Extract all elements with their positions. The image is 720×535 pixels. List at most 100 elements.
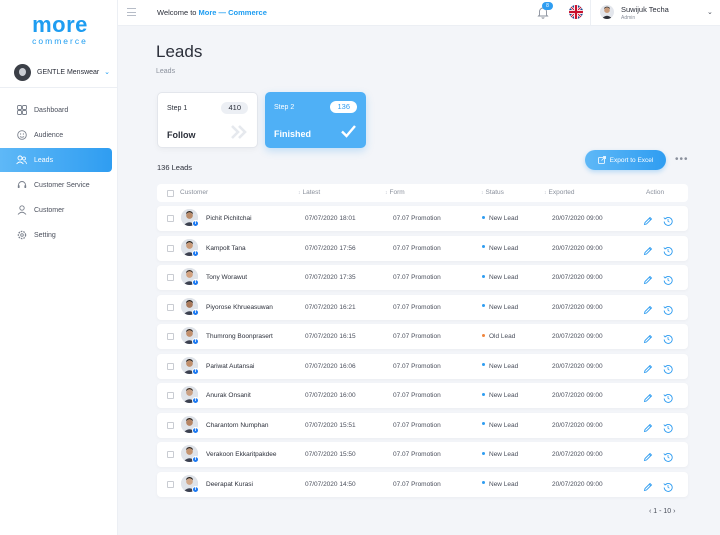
status-dot [482, 245, 485, 249]
history-icon[interactable] [663, 243, 673, 256]
edit-icon[interactable] [643, 420, 653, 432]
row-checkbox[interactable] [167, 333, 174, 340]
row-checkbox[interactable] [167, 274, 174, 281]
column-header-latest[interactable]: ↕ Latest [298, 189, 320, 196]
table-row[interactable]: f Piyorose Khrueasuwan 07/07/2020 16:21 … [157, 294, 688, 320]
chevrons-right-icon [230, 124, 248, 140]
edit-icon[interactable] [643, 390, 653, 403]
avatar: f [181, 445, 199, 463]
table-row[interactable]: f Pichit Pichitchai 07/07/2020 18:01 07.… [157, 206, 688, 231]
chevron-down-icon: ⌄ [104, 69, 110, 76]
table-row[interactable]: f Verakoon Ekkaritpakdee 07/07/2020 15:5… [157, 442, 688, 467]
status-dot [482, 481, 485, 485]
table-row[interactable]: f Pariwat Autansai 07/07/2020 16:06 07.0… [157, 353, 688, 379]
row-checkbox[interactable] [167, 303, 174, 311]
customer-name[interactable]: Charantorn Numphan [206, 422, 269, 429]
welcome-prefix: Welcome to [157, 8, 199, 17]
step-card-follow[interactable]: Step 1 410 Follow [157, 92, 258, 148]
column-header-form[interactable]: ↕ Form [385, 189, 405, 196]
avatar[interactable] [600, 5, 614, 19]
row-checkbox[interactable] [167, 451, 174, 458]
store-name: GENTLE Menswear [37, 68, 100, 76]
chevron-left-icon[interactable]: ‹ [649, 508, 651, 515]
sidebar-item-leads[interactable]: Leads [0, 148, 112, 172]
history-icon[interactable] [663, 479, 673, 492]
chevron-down-icon[interactable]: ⌄ [707, 8, 713, 16]
sidebar-item-customer[interactable]: Customer [0, 198, 118, 222]
table-row[interactable]: f Charantorn Numphan 07/07/2020 15:51 07… [157, 412, 688, 438]
table-row[interactable]: f Deerapat Kurasi 07/07/2020 14:50 07.07… [157, 471, 688, 497]
exported-date: 20/07/2020 09:00 [552, 215, 603, 222]
customer-name[interactable]: Verakoon Ekkaritpakdee [206, 451, 276, 458]
exported-date: 20/07/2020 09:00 [552, 451, 603, 458]
row-checkbox[interactable] [167, 362, 174, 370]
brand-logo[interactable]: more commerce [27, 14, 93, 47]
history-icon[interactable] [663, 449, 673, 462]
column-header-label: Form [389, 189, 405, 196]
export-button[interactable]: Export to Excel [585, 150, 666, 170]
column-header-status[interactable]: ↕ Status [481, 189, 504, 196]
column-header-label: Status [485, 189, 504, 196]
sidebar-item-customer-service[interactable]: Customer Service [0, 173, 118, 197]
history-icon[interactable] [663, 361, 673, 374]
history-icon[interactable] [663, 213, 673, 226]
customer-name[interactable]: Thumrong Boonprasert [206, 333, 273, 340]
table-row[interactable]: f Kampolt Tana 07/07/2020 17:56 07.07 Pr… [157, 235, 688, 261]
step-label: Step 1 [167, 105, 188, 112]
history-icon[interactable] [663, 272, 673, 285]
welcome-text: Welcome to More — Commerce [157, 8, 267, 17]
column-header-label: Exported [548, 189, 575, 196]
row-checkbox[interactable] [167, 392, 174, 399]
edit-icon[interactable] [643, 479, 653, 491]
avatar: f [181, 268, 199, 286]
column-header-customer[interactable]: Customer [180, 189, 208, 196]
edit-icon[interactable] [643, 331, 653, 344]
customer-name[interactable]: Kampolt Tana [206, 245, 246, 252]
row-checkbox[interactable] [167, 421, 174, 429]
facebook-icon: f [192, 338, 199, 345]
uk-flag-icon[interactable] [569, 5, 583, 19]
status-badge: Old Lead [482, 333, 515, 340]
edit-icon[interactable] [643, 302, 653, 314]
customer-name[interactable]: Tony Worawut [206, 274, 247, 281]
table-row[interactable]: f Tony Worawut 07/07/2020 17:35 07.07 Pr… [157, 265, 688, 290]
form-name: 07.07 Promotion [393, 421, 441, 429]
edit-icon[interactable] [643, 243, 653, 255]
store-selector[interactable]: GENTLE Menswear ⌄ [14, 62, 110, 82]
edit-icon[interactable] [643, 361, 653, 373]
table-row[interactable]: f Anurak Onsanit 07/07/2020 16:00 07.07 … [157, 383, 688, 408]
chevron-right-icon[interactable]: › [673, 508, 675, 515]
sidebar-item-setting[interactable]: Setting [0, 223, 118, 247]
history-icon[interactable] [663, 331, 673, 344]
table-row[interactable]: f Thumrong Boonprasert 07/07/2020 16:15 … [157, 324, 688, 349]
step-card-finished[interactable]: Step 2 136 Finished [265, 92, 366, 148]
history-icon[interactable] [663, 420, 673, 433]
menu-icon[interactable] [127, 8, 136, 17]
customer-name[interactable]: Pariwat Autansai [206, 363, 254, 370]
customer-name[interactable]: Deerapat Kurasi [206, 481, 253, 488]
select-all-checkbox[interactable] [167, 190, 174, 197]
row-checkbox[interactable] [167, 244, 174, 252]
customer-name[interactable]: Anurak Onsanit [206, 392, 251, 399]
form-name: 07.07 Promotion [393, 244, 441, 252]
pagination[interactable]: ‹ 1 - 10 › [649, 508, 676, 515]
row-checkbox[interactable] [167, 215, 174, 222]
column-header-exported[interactable]: ↕ Exported [544, 189, 575, 196]
customer-name[interactable]: Piyorose Khrueasuwan [206, 304, 273, 311]
table-header: Customer ↕ Latest ↕ Form ↕ Status ↕ Exported… [157, 184, 688, 202]
status-label: Old Lead [489, 333, 516, 340]
history-icon[interactable] [663, 302, 673, 315]
sidebar-item-audience[interactable]: Audience [0, 123, 118, 147]
edit-icon[interactable] [643, 449, 653, 462]
sidebar-item-dashboard[interactable]: Dashboard [0, 98, 118, 122]
store-avatar [14, 63, 31, 81]
edit-icon[interactable] [643, 213, 653, 226]
history-icon[interactable] [663, 390, 673, 403]
row-checkbox[interactable] [167, 480, 174, 488]
facebook-icon: f [192, 397, 199, 404]
edit-icon[interactable] [643, 272, 653, 285]
customer-name[interactable]: Pichit Pichitchai [206, 215, 252, 222]
status-label: New Lead [489, 215, 519, 222]
exported-date: 20/07/2020 09:00 [552, 480, 603, 488]
more-options-button[interactable]: ••• [675, 155, 689, 165]
